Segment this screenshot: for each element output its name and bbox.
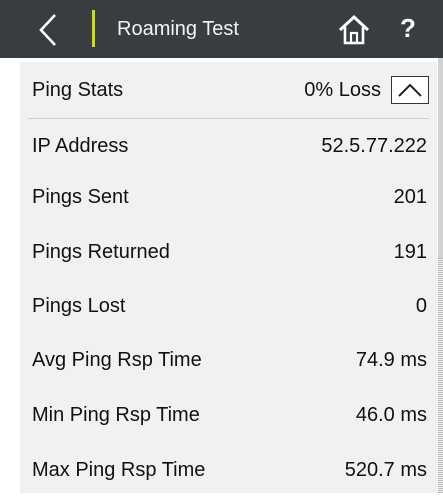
stat-value: 520.7 ms [344, 458, 427, 481]
loss-summary: 0% Loss [304, 78, 381, 101]
help-button[interactable]: ? [393, 10, 423, 46]
chevron-up-icon [398, 83, 422, 97]
stat-row-min-ping: Min Ping Rsp Time 46.0 ms [28, 387, 429, 443]
scrollbar-track[interactable] [438, 258, 443, 493]
header-divider [92, 10, 95, 47]
stat-label: Pings Sent [32, 185, 129, 208]
stat-value: 0 [415, 294, 427, 317]
stat-row-avg-ping: Avg Ping Rsp Time 74.9 ms [28, 332, 429, 388]
stat-label: Max Ping Rsp Time [32, 458, 206, 481]
stat-value: 52.5.77.222 [321, 134, 427, 157]
stat-value: 201 [393, 185, 427, 208]
stat-label: Avg Ping Rsp Time [32, 348, 202, 371]
stat-row-ip-address: IP Address 52.5.77.222 [28, 118, 429, 174]
scrollbar-thumb[interactable] [438, 58, 443, 258]
section-title: Ping Stats [32, 78, 124, 101]
stat-value: 191 [393, 240, 427, 263]
ping-stats-header: Ping Stats 0% Loss [28, 62, 429, 119]
stat-value: 74.9 ms [355, 348, 427, 371]
back-button[interactable] [28, 10, 68, 50]
section-summary-group: 0% Loss [304, 76, 429, 104]
page-title: Roaming Test [117, 18, 239, 40]
stat-value: 46.0 ms [355, 403, 427, 426]
home-icon [338, 14, 370, 45]
stat-row-pings-lost: Pings Lost 0 [28, 278, 429, 334]
stat-row-pings-sent: Pings Sent 201 [28, 169, 429, 225]
stat-label: IP Address [32, 134, 129, 157]
collapse-button[interactable] [391, 76, 429, 104]
home-button[interactable] [336, 12, 372, 48]
chevron-left-icon [39, 14, 56, 46]
stat-row-max-ping: Max Ping Rsp Time 520.7 ms [28, 442, 429, 498]
app-header: Roaming Test ? [0, 0, 443, 58]
stat-label: Pings Lost [32, 294, 126, 317]
stats-panel: Ping Stats 0% Loss IP Address 52.5.77.22… [20, 62, 437, 493]
stat-label: Pings Returned [32, 240, 170, 263]
stat-row-pings-returned: Pings Returned 191 [28, 224, 429, 280]
vertical-scrollbar[interactable] [438, 58, 443, 493]
stat-label: Min Ping Rsp Time [32, 403, 200, 426]
